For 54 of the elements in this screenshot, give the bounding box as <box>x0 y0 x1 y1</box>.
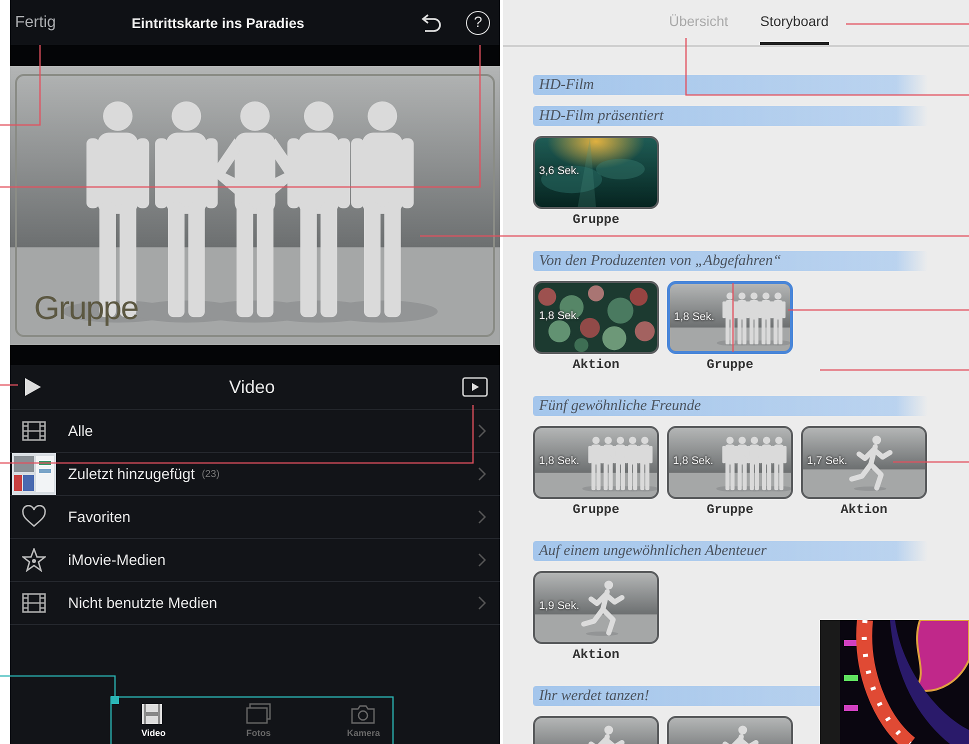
chevron-icon <box>478 553 486 567</box>
media-list-item[interactable]: Alle <box>10 410 500 453</box>
clip-duration: 1,8 Sek. <box>674 311 714 323</box>
section-heading: Fünf gewöhnliche Freunde <box>533 396 928 416</box>
section-heading: HD-Film präsentiert <box>533 106 928 126</box>
clip-duration: 3,6 Sek. <box>539 165 580 177</box>
window-title: Eintrittskarte ins Paradies <box>130 14 306 30</box>
chevron-icon <box>478 467 486 481</box>
chevron-icon <box>478 510 486 524</box>
clip-label: Aktion <box>840 501 888 519</box>
done-button[interactable]: Fertig <box>15 12 56 34</box>
film-icon <box>22 591 46 615</box>
clip-label: Gruppe <box>706 356 754 374</box>
clip-label: Aktion <box>572 646 620 664</box>
leader-line <box>0 384 18 386</box>
section-heading: Von den Produzenten von „Abgefahren“ <box>533 251 928 271</box>
heart-icon <box>22 505 46 529</box>
panel-title: Video <box>228 376 276 398</box>
leader-line <box>732 283 734 352</box>
media-list-item[interactable]: Favoriten <box>10 496 500 539</box>
play-icon[interactable] <box>462 377 488 397</box>
clip-label: Gruppe <box>572 211 620 229</box>
section-heading: Auf einem ungewöhnlichen Abenteuer <box>533 541 928 561</box>
play-icon[interactable] <box>24 377 42 397</box>
clip-label: Aktion <box>572 356 620 374</box>
clip-label: Gruppe <box>572 501 620 519</box>
clip-duration: 1,9 Sek. <box>539 600 580 612</box>
clip-duration: 1,8 Sek. <box>539 455 580 467</box>
media-list-item[interactable]: iMovie-Medien <box>10 539 500 582</box>
media-list-item[interactable]: Nicht benutzte Medien <box>10 582 500 625</box>
clip-thumbnail[interactable]: 1,7 Sek. <box>801 426 927 499</box>
clip-thumbnail[interactable]: 1,8 Sek. <box>533 281 659 354</box>
camera-icon <box>351 702 376 724</box>
tab[interactable]: Storyboard <box>760 0 829 45</box>
clip-thumbnail[interactable]: 1,8 Sek. <box>533 426 659 499</box>
section-heading: HD-Film <box>533 75 928 95</box>
clip-duration: 1,8 Sek. <box>539 310 580 322</box>
preview-title: Gruppe <box>34 289 138 327</box>
film-icon <box>22 419 46 443</box>
clip-duration: 1,8 Sek. <box>673 455 714 467</box>
clip-thumbnail[interactable]: 1,8 Sek. <box>667 426 793 499</box>
photos-icon <box>246 702 271 724</box>
clip-label: Gruppe <box>706 501 754 519</box>
clip-thumbnail[interactable]: 3,6 Sek. <box>533 136 659 209</box>
help-button[interactable]: ? <box>466 10 490 34</box>
media-list-item[interactable]: Zuletzt hinzugefügt (23) <box>10 453 500 496</box>
chevron-icon <box>478 596 486 610</box>
clip-thumbnail[interactable]: 1,9 Sek. <box>533 571 659 644</box>
clip-duration: 1,7 Sek. <box>807 455 848 467</box>
chevron-icon <box>478 424 486 438</box>
star-icon <box>22 548 46 572</box>
item-count: (23) <box>202 468 220 480</box>
clip-thumbnail[interactable]: 1,8 Sek. <box>667 281 793 354</box>
undo-icon[interactable] <box>420 12 442 32</box>
